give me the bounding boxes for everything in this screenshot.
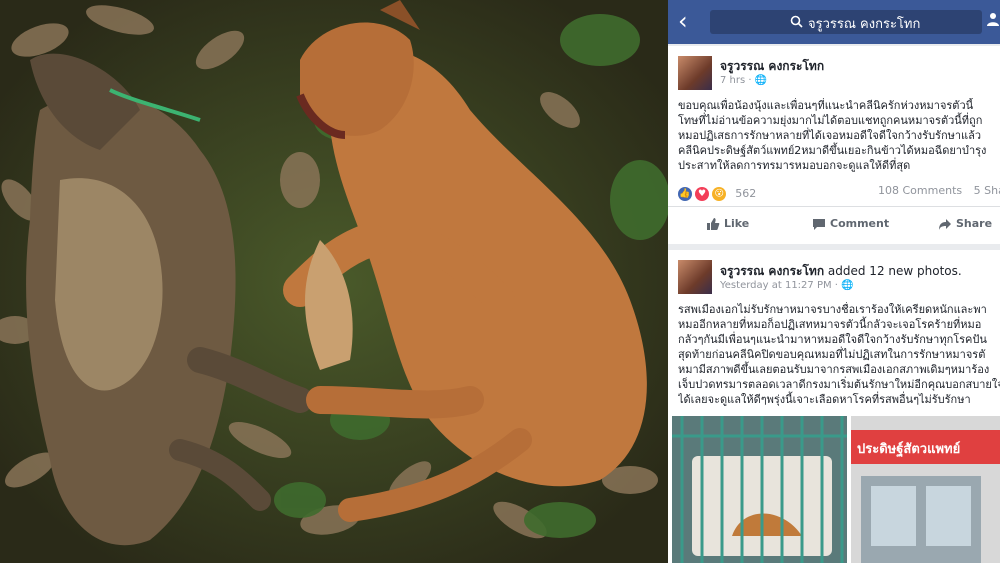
friends-icon[interactable]: [986, 12, 1000, 26]
back-arrow-icon[interactable]: ‹: [678, 8, 688, 34]
post-time-text: Yesterday at 11:27 PM ·: [720, 280, 842, 291]
post-time-text: 7 hrs ·: [720, 75, 755, 86]
clinic-sign: ประดิษฐ์สัตวแพทย์: [857, 442, 961, 457]
post-line: รสพเมืองเอกไม่รับรักษาหมาจรบางชื่อเราร้อ…: [678, 303, 987, 316]
post-line: หมอปฏิเสธการรักษาหลายที่ได้เจอหมอดีใจดีใ…: [678, 129, 982, 142]
share-count[interactable]: 5 Shares: [974, 184, 1000, 197]
post-author-line: จรูวรรณ คงกระโทก added 12 new photos.: [720, 262, 962, 281]
love-reaction-icon: ♥: [695, 186, 710, 201]
post-text: รสพเมืองเอกไม่รับรักษาหมาจรบางชื่อเราร้อ…: [678, 302, 1000, 407]
post-text: ขอบคุณเพื่อน้องนุ้งและเพื่อนๆที่แนะนำคลี…: [678, 98, 1000, 173]
post-line: คลีนิคประดิษฐ์สัตว์แพทย์2หมาดีขึ้นเยอะกิ…: [678, 144, 987, 157]
avatar[interactable]: [678, 56, 712, 90]
post-line: หมออีกหลายที่หมอก็อปฏิเสทหมาจรตัวนี้กลัว…: [678, 318, 982, 331]
like-label: Like: [724, 217, 750, 230]
post-author[interactable]: จรูวรรณ คงกระโทก: [720, 264, 824, 278]
post-line: โทษที่ไม่อ่านข้อความยุ่งมากไม่ได้ตอบแชทถ…: [678, 114, 983, 127]
post-card-1: จรูวรรณ คงกระโทก 7 hrs · 🌐 ขอบคุณเพื่อน้…: [668, 46, 1000, 244]
search-bar[interactable]: จรูวรรณ คงกระโทก: [710, 10, 982, 34]
share-arrow-icon: [939, 219, 951, 230]
post-line: ได้เลยจะดูแลให้ดีๆพรุ่งนี้เจาะเลือดหาโรค…: [678, 393, 971, 406]
comment-icon: [813, 219, 825, 230]
reaction-count: 562: [735, 187, 757, 200]
dog-in-cage-photo: [672, 416, 847, 563]
thumbs-up-icon: [707, 218, 720, 230]
post-time: 7 hrs · 🌐: [720, 75, 767, 86]
post-author[interactable]: จรูวรรณ คงกระโทก: [720, 57, 824, 76]
engagement-counts: 108 Comments 5 Shares: [878, 184, 1000, 197]
post-line: หมามีสภาพดีขึ้นเลยตอนรับมาจากรสพเมืองเอก…: [678, 363, 990, 376]
photo-thumbnail-clinic[interactable]: ประดิษฐ์สัตวแพทย์: [851, 416, 1000, 563]
comment-label: Comment: [830, 217, 890, 230]
search-query: จรูวรรณ คงกระโทก: [808, 17, 921, 32]
photo-thumbnail-cage[interactable]: [672, 416, 847, 563]
facebook-feed: ‹ จรูวรรณ คงกระโทก จรูวรรณ คงกระโทก 7 hr…: [668, 0, 1000, 563]
avatar[interactable]: [678, 260, 712, 294]
like-reaction-icon: 👍: [678, 186, 692, 201]
dogs-photo-art: [0, 0, 668, 563]
post-time: Yesterday at 11:27 PM · 🌐: [720, 280, 854, 291]
wow-reaction-icon: 😮: [712, 186, 727, 201]
reactions[interactable]: 👍 ♥ 😮 562: [678, 183, 757, 201]
post-line: ขอบคุณเพื่อน้องนุ้งและเพื่อนๆที่แนะนำคลี…: [678, 99, 974, 112]
post-line: ประสาทให้ลดการทรมารหมอบอกจะดูแลให้ดีที่ส…: [678, 159, 911, 172]
action-bar: Like Comment Share: [668, 206, 1000, 243]
top-bar: ‹ จรูวรรณ คงกระโทก: [668, 0, 1000, 44]
share-label: Share: [956, 217, 993, 230]
comment-count[interactable]: 108 Comments: [878, 184, 962, 197]
post-line: สุดท้ายก่อนคลีนิคปิดขอบคุณหมอที่ไม่ปฏิเส…: [678, 348, 986, 361]
post-action: added 12 new photos.: [824, 264, 962, 278]
like-button[interactable]: Like: [706, 217, 749, 231]
post-line: กลัวๆกันมีเพื่อนๆแนะนำมาหาหมอดีใจดีใจกว้…: [678, 333, 987, 346]
dogs-photo: [0, 0, 668, 563]
post-line: เจ็บปวดทรมารตลอดเวลาดีกรงมาเริ่มต้นรักษา…: [678, 378, 1000, 391]
search-icon: [790, 15, 803, 28]
post-card-2: จรูวรรณ คงกระโทก added 12 new photos. Ye…: [668, 250, 1000, 563]
globe-icon: 🌐: [754, 75, 768, 86]
globe-icon: 🌐: [841, 280, 854, 291]
share-button[interactable]: Share: [938, 217, 992, 231]
comment-button[interactable]: Comment: [812, 217, 889, 231]
